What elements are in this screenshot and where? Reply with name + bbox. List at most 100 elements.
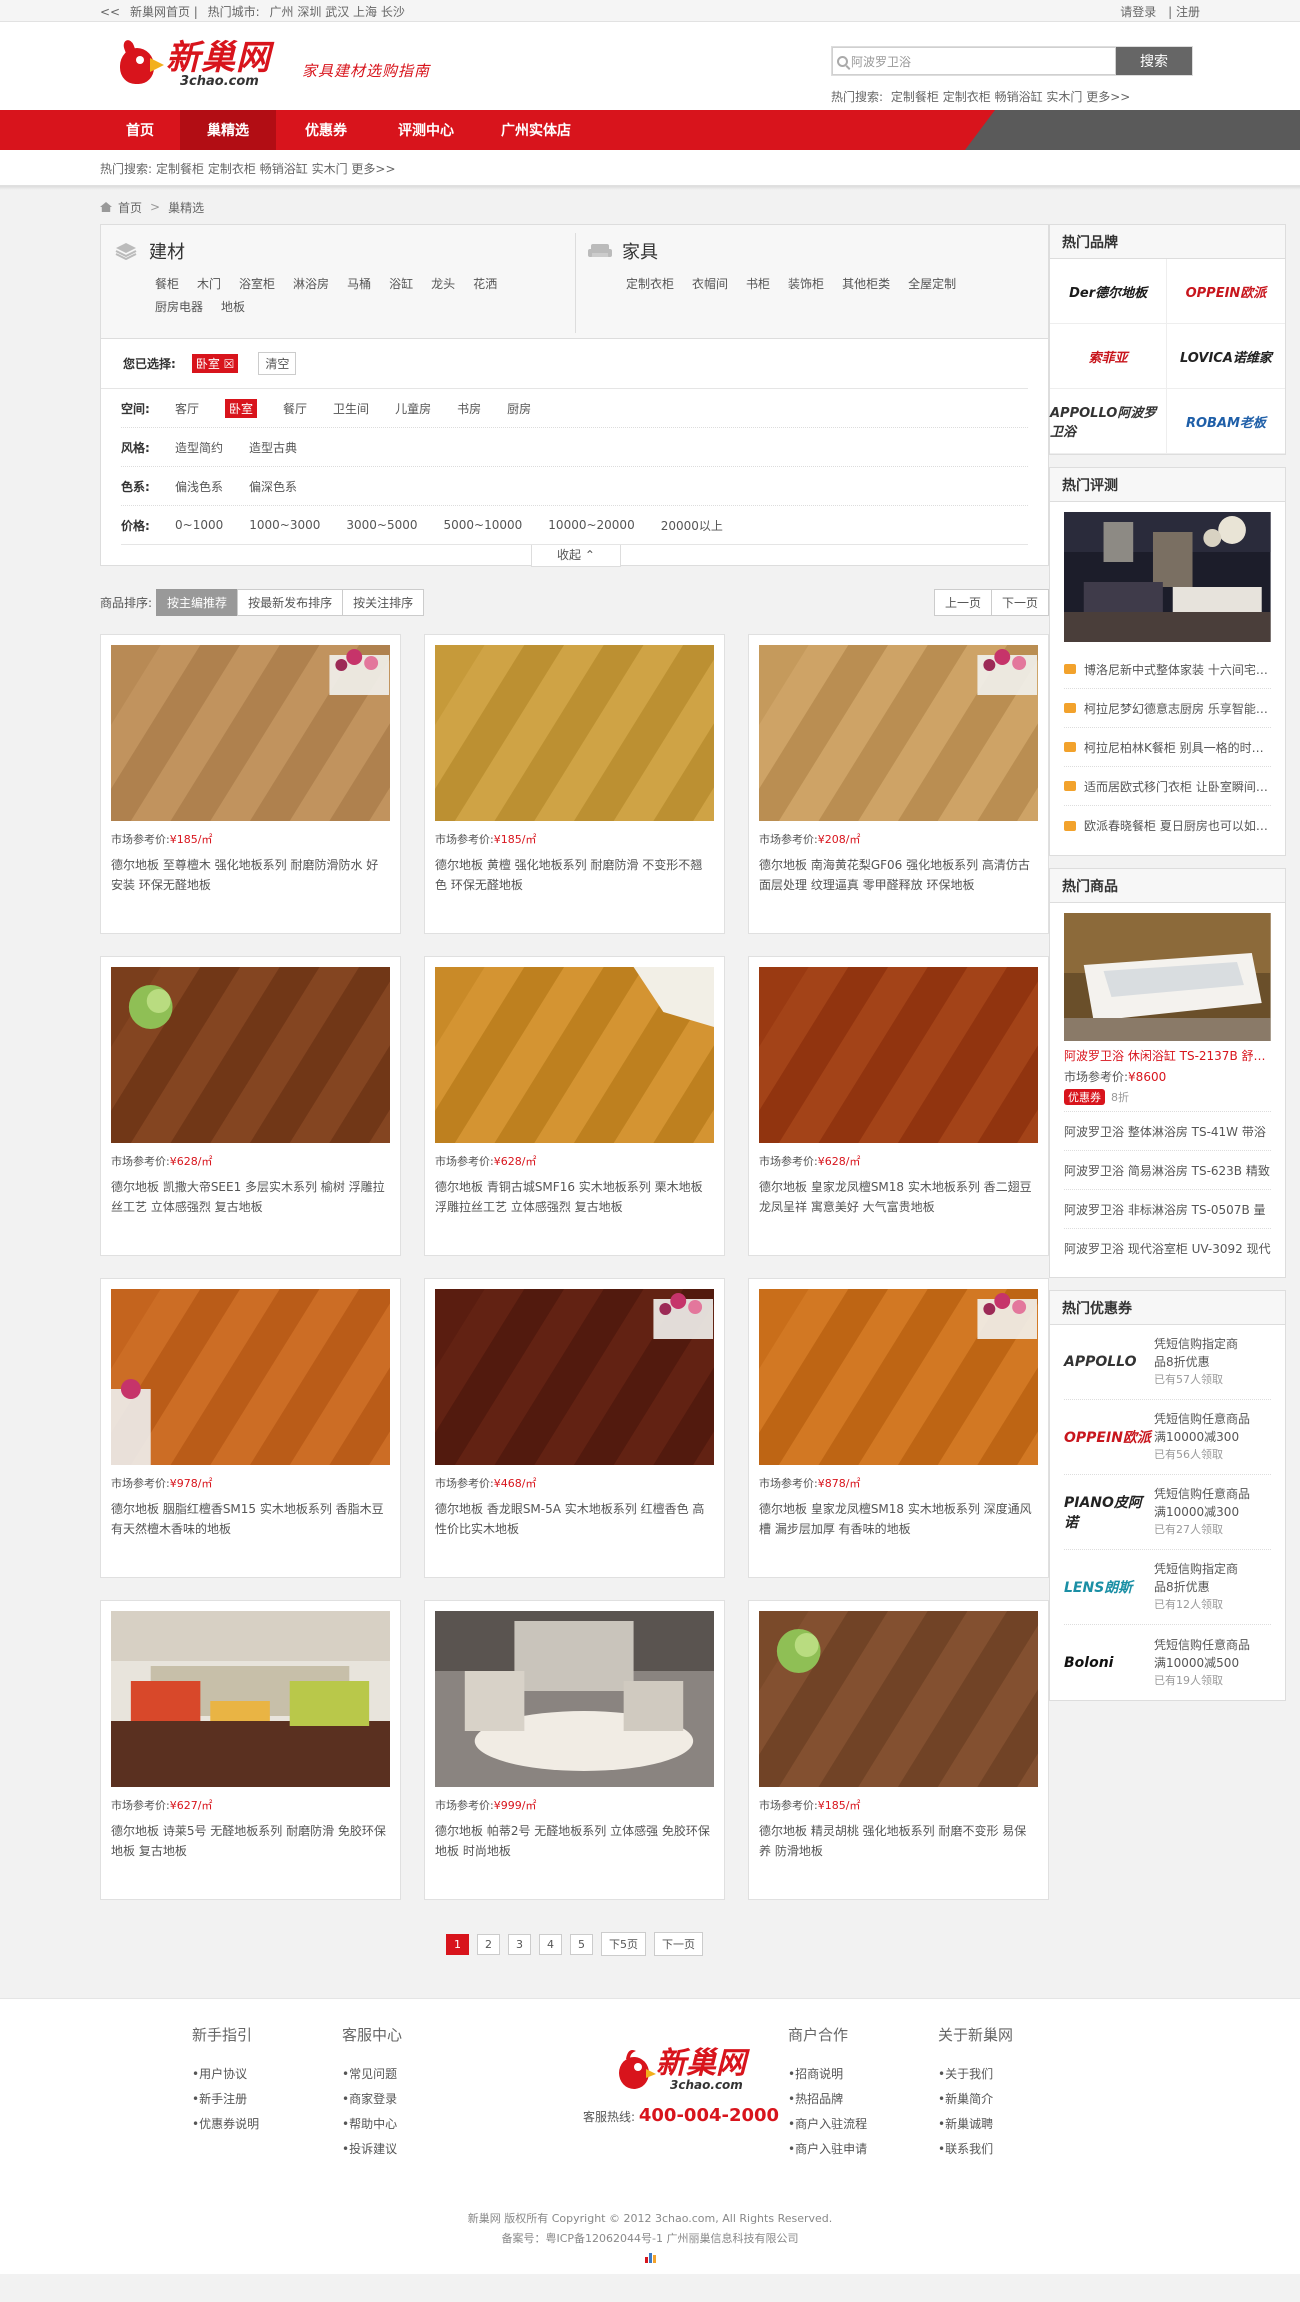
product-image[interactable] bbox=[759, 1611, 1038, 1787]
category-link[interactable]: 其他柜类 bbox=[842, 273, 890, 296]
product-title[interactable]: 德尔地板 黄檀 强化地板系列 耐磨防滑 不变形不翘色 环保无醛地板 bbox=[435, 855, 714, 895]
sort-newest[interactable]: 按最新发布排序 bbox=[237, 588, 344, 616]
site-logo[interactable]: 新巢网 3chao.com bbox=[114, 38, 271, 88]
brand-logo[interactable]: OPPEIN欧派 bbox=[1167, 259, 1285, 324]
hot-product-item[interactable]: 阿波罗卫浴 整体淋浴房 TS-41W 带浴 bbox=[1064, 1111, 1271, 1150]
featured-product-name[interactable]: 阿波罗卫浴 休闲浴缸 TS-2137B 舒… bbox=[1064, 1047, 1271, 1064]
product-image[interactable] bbox=[759, 645, 1038, 821]
category-link[interactable]: 浴室柜 bbox=[239, 273, 275, 296]
filter-option[interactable]: 3000~5000 bbox=[346, 518, 417, 532]
nav-item-home[interactable]: 首页 bbox=[100, 110, 180, 150]
hot-product-item[interactable]: 阿波罗卫浴 简易淋浴房 TS-623B 精致 bbox=[1064, 1150, 1271, 1189]
product-image[interactable] bbox=[435, 645, 714, 821]
filter-option[interactable]: 10000~20000 bbox=[548, 518, 634, 532]
product-image[interactable] bbox=[111, 967, 390, 1143]
product-title[interactable]: 德尔地板 帕蒂2号 无醛地板系列 立体感强 免胶环保地板 时尚地板 bbox=[435, 1821, 714, 1861]
sort-editor-pick[interactable]: 按主编推荐 bbox=[156, 588, 239, 616]
filter-option[interactable]: 卫生间 bbox=[333, 400, 369, 417]
filter-option[interactable]: 1000~3000 bbox=[249, 518, 320, 532]
category-link[interactable]: 地板 bbox=[221, 296, 245, 319]
nav-item-coupons[interactable]: 优惠券 bbox=[276, 110, 376, 150]
product-card[interactable]: 市场参考价:¥208/㎡ 德尔地板 南海黄花梨GF06 强化地板系列 高清仿古面层… bbox=[748, 634, 1049, 934]
footer-link[interactable]: •商户入驻申请 bbox=[788, 2137, 867, 2162]
review-item[interactable]: 博洛尼新中式整体家装 十六间宅… bbox=[1064, 650, 1271, 689]
clear-button[interactable]: 清空 bbox=[258, 352, 297, 375]
product-card[interactable]: 市场参考价:¥185/㎡ 德尔地板 至尊檀木 强化地板系列 耐磨防滑防水 好安装 … bbox=[100, 634, 401, 934]
review-item[interactable]: 适而居欧式移门衣柜 让卧室瞬间… bbox=[1064, 767, 1271, 806]
city-link-shanghai[interactable]: 上海 bbox=[353, 5, 377, 19]
hot-term[interactable]: 定制衣柜 bbox=[208, 160, 256, 177]
hot-term[interactable]: 畅销浴缸 bbox=[260, 160, 308, 177]
collapse-button[interactable]: 收起 ⌃ bbox=[531, 545, 621, 567]
next-page-button[interactable]: 下一页 bbox=[990, 588, 1049, 616]
product-title[interactable]: 德尔地板 凯撒大帝SEE1 多层实木系列 榆树 浮雕拉丝工艺 立体感强烈 复古地… bbox=[111, 1177, 390, 1217]
footer-link[interactable]: •商户入驻流程 bbox=[788, 2112, 867, 2137]
footer-link[interactable]: •商家登录 bbox=[342, 2087, 402, 2112]
search-input[interactable]: 阿波罗卫浴 bbox=[832, 47, 1116, 75]
footer-link[interactable]: •新巢诚聘 bbox=[938, 2112, 1013, 2137]
footer-link[interactable]: •招商说明 bbox=[788, 2062, 867, 2087]
filter-option[interactable]: 厨房 bbox=[507, 400, 531, 417]
category-link[interactable]: 淋浴房 bbox=[293, 273, 329, 296]
category-link[interactable]: 餐柜 bbox=[155, 273, 179, 296]
product-image[interactable] bbox=[435, 967, 714, 1143]
category-link[interactable]: 木门 bbox=[197, 273, 221, 296]
footer-link[interactable]: •联系我们 bbox=[938, 2137, 1013, 2162]
hot-term[interactable]: 实木门 bbox=[1046, 90, 1082, 104]
page-number[interactable]: 3 bbox=[508, 1933, 531, 1955]
selected-tag[interactable]: 卧室 ☒ bbox=[191, 354, 239, 373]
category-link[interactable]: 厨房电器 bbox=[155, 296, 203, 319]
footer-link[interactable]: •关于我们 bbox=[938, 2062, 1013, 2087]
footer-link[interactable]: •新巢简介 bbox=[938, 2087, 1013, 2112]
hot-more-link[interactable]: 更多>> bbox=[351, 160, 395, 177]
category-link[interactable]: 书柜 bbox=[746, 273, 770, 296]
product-title[interactable]: 德尔地板 胭脂红檀香SM15 实木地板系列 香脂木豆 有天然檀木香味的地板 bbox=[111, 1499, 390, 1539]
brand-logo[interactable]: LOVICA诺维家 bbox=[1167, 324, 1285, 389]
product-image[interactable] bbox=[759, 967, 1038, 1143]
filter-option[interactable]: 20000以上 bbox=[661, 517, 723, 534]
coupon-item[interactable]: OPPEIN欧派 凭短信购任意商品 满10000减300 已有56人领取 bbox=[1064, 1400, 1271, 1475]
filter-option[interactable]: 餐厅 bbox=[283, 400, 307, 417]
product-card[interactable]: 市场参考价:¥628/㎡ 德尔地板 青铜古城SMF16 实木地板系列 栗木地板 浮… bbox=[424, 956, 725, 1256]
product-card[interactable]: 市场参考价:¥628/㎡ 德尔地板 皇家龙凤檀SM18 实木地板系列 香二翅豆 龙… bbox=[748, 956, 1049, 1256]
coupon-item[interactable]: Boloni 凭短信购任意商品 满10000减500 已有19人领取 bbox=[1064, 1625, 1271, 1700]
product-image[interactable] bbox=[759, 1289, 1038, 1465]
review-item[interactable]: 欧派春晓餐柜 夏日厨房也可以如… bbox=[1064, 806, 1271, 845]
hot-term[interactable]: 定制衣柜 bbox=[943, 90, 991, 104]
product-card[interactable]: 市场参考价:¥627/㎡ 德尔地板 诗莱5号 无醛地板系列 耐磨防滑 免胶环保地板… bbox=[100, 1600, 401, 1900]
breadcrumb-home[interactable]: 首页 bbox=[118, 199, 142, 216]
category-link[interactable]: 定制衣柜 bbox=[626, 273, 674, 296]
product-card[interactable]: 市场参考价:¥878/㎡ 德尔地板 皇家龙凤檀SM18 实木地板系列 深度通风槽 … bbox=[748, 1278, 1049, 1578]
review-item[interactable]: 柯拉尼柏林K餐柜 别具一格的时… bbox=[1064, 728, 1271, 767]
product-card[interactable]: 市场参考价:¥468/㎡ 德尔地板 香龙眼SM-5A 实木地板系列 红檀香色 高性… bbox=[424, 1278, 725, 1578]
product-card[interactable]: 市场参考价:¥978/㎡ 德尔地板 胭脂红檀香SM15 实木地板系列 香脂木豆 有… bbox=[100, 1278, 401, 1578]
product-title[interactable]: 德尔地板 皇家龙凤檀SM18 实木地板系列 香二翅豆 龙凤呈祥 寓意美好 大气富… bbox=[759, 1177, 1038, 1217]
category-link[interactable]: 全屋定制 bbox=[908, 273, 956, 296]
nav-item-selection[interactable]: 巢精选 bbox=[180, 110, 276, 150]
filter-option[interactable]: 0~1000 bbox=[175, 518, 223, 532]
hot-product-item[interactable]: 阿波罗卫浴 现代浴室柜 UV-3092 现代 bbox=[1064, 1228, 1271, 1267]
footer-link[interactable]: •帮助中心 bbox=[342, 2112, 402, 2137]
footer-link[interactable]: •新手注册 bbox=[192, 2087, 259, 2112]
hot-term[interactable]: 定制餐柜 bbox=[891, 90, 939, 104]
sort-popularity[interactable]: 按关注排序 bbox=[342, 588, 425, 616]
hot-term[interactable]: 畅销浴缸 bbox=[995, 90, 1043, 104]
page-number[interactable]: 5 bbox=[570, 1933, 593, 1955]
next-page-button[interactable]: 下一页 bbox=[654, 1932, 703, 1956]
city-link-shenzhen[interactable]: 深圳 bbox=[297, 5, 321, 19]
footer-link[interactable]: •优惠券说明 bbox=[192, 2112, 259, 2137]
filter-option[interactable]: 卧室 bbox=[225, 398, 258, 418]
nav-item-stores[interactable]: 广州实体店 bbox=[476, 110, 596, 150]
filter-option[interactable]: 客厅 bbox=[175, 400, 199, 417]
product-image[interactable] bbox=[111, 1289, 390, 1465]
product-title[interactable]: 德尔地板 皇家龙凤檀SM18 实木地板系列 深度通风槽 漏步层加厚 有香味的地板 bbox=[759, 1499, 1038, 1539]
product-title[interactable]: 德尔地板 南海黄花梨GF06 强化地板系列 高清仿古面层处理 纹理逼真 零甲醛释… bbox=[759, 855, 1038, 895]
nav-item-reviews[interactable]: 评测中心 bbox=[376, 110, 476, 150]
coupon-item[interactable]: PIANO皮阿诺 凭短信购任意商品 满10000减300 已有27人领取 bbox=[1064, 1475, 1271, 1550]
coupon-item[interactable]: LENS朗斯 凭短信购指定商 品8折优惠 已有12人领取 bbox=[1064, 1550, 1271, 1625]
page-number[interactable]: 1 bbox=[446, 1933, 469, 1955]
city-link-guangzhou[interactable]: 广州 bbox=[270, 5, 294, 19]
product-image[interactable] bbox=[435, 1611, 714, 1787]
featured-product-photo[interactable] bbox=[1064, 913, 1271, 1041]
hot-term[interactable]: 定制餐柜 bbox=[156, 160, 204, 177]
